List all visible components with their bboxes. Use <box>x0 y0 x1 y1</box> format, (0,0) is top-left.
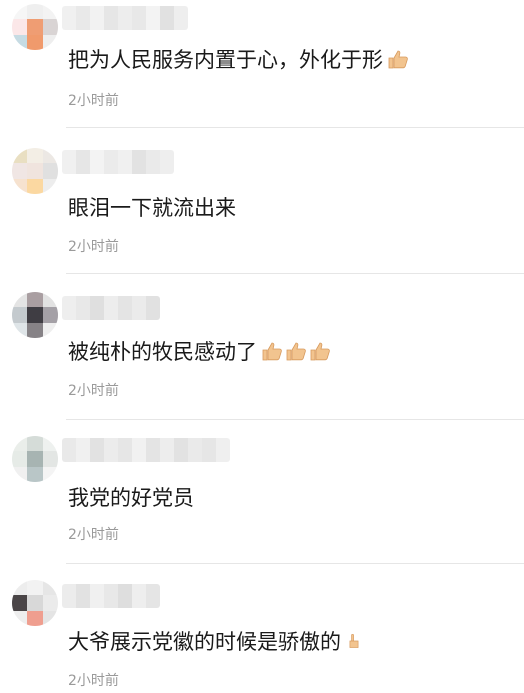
thumbs-up-icon <box>262 342 282 361</box>
comment-body: 被纯朴的牧民感动了 <box>68 340 257 364</box>
comment-text: 大爷展示党徽的时候是骄傲的 <box>68 626 363 656</box>
comment-text: 我党的好党员 <box>68 482 194 512</box>
comment-item: 被纯朴的牧民感动了 2小时前 <box>0 274 524 420</box>
username-blurred[interactable] <box>62 584 160 608</box>
comment-time: 2小时前 <box>68 239 119 255</box>
thumbs-up-icon <box>286 342 306 361</box>
comment-list: 把为人民服务内置于心，外化于形 2小时前 眼泪一下就流出来 2小时前 被纯朴的牧… <box>0 0 524 693</box>
thumbs-up-icon <box>388 50 408 69</box>
username-blurred[interactable] <box>62 296 160 320</box>
username-blurred[interactable] <box>62 438 230 462</box>
comment-time: 2小时前 <box>68 383 119 399</box>
avatar[interactable] <box>12 292 58 338</box>
comment-item: 大爷展示党徽的时候是骄傲的 2小时前 <box>0 564 524 693</box>
thumbs-up-icon <box>310 342 330 361</box>
avatar[interactable] <box>12 4 58 50</box>
avatar[interactable] <box>12 148 58 194</box>
comment-time: 2小时前 <box>68 673 119 689</box>
comment-body: 大爷展示党徽的时候是骄傲的 <box>68 630 341 654</box>
comment-body: 我党的好党员 <box>68 486 194 510</box>
reaction-emojis <box>387 49 409 69</box>
reaction-emojis <box>261 341 331 361</box>
avatar[interactable] <box>12 436 58 482</box>
comment-item: 我党的好党员 2小时前 <box>0 420 524 564</box>
comment-text: 眼泪一下就流出来 <box>68 192 236 222</box>
comment-text: 被纯朴的牧民感动了 <box>68 336 331 366</box>
comment-item: 把为人民服务内置于心，外化于形 2小时前 <box>0 0 524 128</box>
comment-item: 眼泪一下就流出来 2小时前 <box>0 128 524 274</box>
comment-text: 把为人民服务内置于心，外化于形 <box>68 44 409 74</box>
reaction-emojis <box>345 631 363 651</box>
comment-body: 把为人民服务内置于心，外化于形 <box>68 48 383 72</box>
username-blurred[interactable] <box>62 6 188 30</box>
comment-time: 2小时前 <box>68 93 119 109</box>
comment-body: 眼泪一下就流出来 <box>68 196 236 220</box>
avatar[interactable] <box>12 580 58 626</box>
username-blurred[interactable] <box>62 150 174 174</box>
thumbs-up-icon <box>349 634 359 648</box>
comment-time: 2小时前 <box>68 527 119 543</box>
